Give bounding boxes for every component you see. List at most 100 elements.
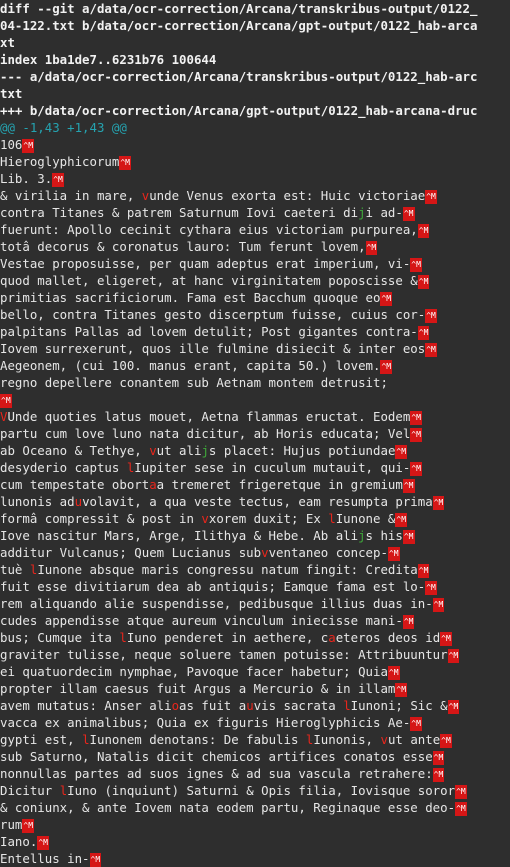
diff-line: rum^M [0, 816, 510, 833]
removed-word: o [171, 698, 180, 713]
context-text: Unde quoties latus mouet, Aetna flammas … [7, 409, 411, 424]
diff-hunk-header: @@ -1,43 +1,43 @@ [0, 120, 127, 135]
carriage-return-marker: ^M [417, 326, 430, 340]
carriage-return-marker: ^M [402, 207, 415, 221]
carriage-return-marker: ^M [395, 445, 408, 459]
context-text: as fuit a [179, 698, 247, 713]
carriage-return-marker: ^M [410, 411, 422, 425]
context-text: cum tempestate obort [0, 477, 150, 492]
diff-line: Iovem surrexerunt, quos ille fulmine dis… [0, 340, 510, 357]
context-text: unde Venus exorta est: Huic victoriae [149, 188, 426, 203]
diff-line: lunonis aduvolavit, a qua veste tectus, … [0, 493, 510, 510]
diff-line: fuit esse divitiarum dea ab antiquis; Ea… [0, 578, 510, 595]
carriage-return-marker: ^M [22, 819, 35, 833]
diff-line: bus; Cumque ita lIuno penderet in aether… [0, 629, 510, 646]
context-text: partu cum love luno nata dicitur, ab Hor… [0, 426, 411, 441]
diff-line: ab Oceano & Tethye, vut alijs placet: Hu… [0, 442, 510, 459]
diff-line: ei quatuordecim nymphae, Pavoque facer h… [0, 663, 510, 680]
diff-line: primitias sacrificiorum. Fama est Bacchu… [0, 289, 510, 306]
removed-word: v [261, 545, 269, 560]
context-text: Iunone & [335, 511, 396, 526]
carriage-return-marker: ^M [417, 224, 430, 238]
carriage-return-marker: ^M [402, 479, 415, 493]
context-text: formâ compressit & post in [0, 511, 202, 526]
diff-line: fuerunt: Apollo cecinit cythara eius vic… [0, 221, 510, 238]
context-text: ventaneo concep- [268, 545, 388, 560]
carriage-return-marker: ^M [417, 275, 430, 289]
carriage-return-marker: ^M [387, 547, 400, 561]
carriage-return-marker: ^M [455, 802, 467, 816]
context-text: gypti est, [0, 732, 83, 747]
context-text: ab Oceano & Tethye, [0, 443, 150, 458]
carriage-return-marker: ^M [380, 292, 393, 306]
carriage-return-marker: ^M [395, 683, 408, 697]
carriage-return-marker: ^M [410, 428, 422, 442]
diff-line: Vestae proposuisse, per quam adeptus era… [0, 255, 510, 272]
context-text: volavit, a qua veste tectus, eam resumpt… [82, 494, 433, 509]
diff-old-file-line: --- a/data/ocr-correction/Arcana/transkr… [0, 69, 478, 84]
diff-line: gypti est, lIunonem denotans: De fabulis… [0, 731, 510, 748]
carriage-return-marker: ^M [440, 734, 452, 748]
context-text: contra Titanes & patrem Saturnum Iovi ca… [0, 205, 359, 220]
removed-word: l [328, 511, 336, 526]
context-text: Aegeonem, (cui 100. manus erant, capita … [0, 358, 381, 373]
context-text: vacca ex animalibus; Quia ex figuris Hie… [0, 715, 411, 730]
diff-header-line: txt [0, 86, 23, 101]
diff-line: propter illam caesus fuit Argus a Mercur… [0, 680, 510, 697]
context-text: & virilia in mare, [0, 188, 142, 203]
context-text: Iuno (inquiunt) Saturni & Opis filia, Io… [67, 783, 456, 798]
context-text: Iupiter sese in cuculum mutauit, qui- [134, 460, 411, 475]
context-text: lunonis ad [0, 494, 75, 509]
diff-line: palpitans Pallas ad lovem detulit; Post … [0, 323, 510, 340]
context-text: cudes appendisse atque aureum vinculum i… [0, 613, 403, 628]
diff-line: bello, contra Titanes gesto discerptum f… [0, 306, 510, 323]
context-text: Iunonem denotans: De fabulis [89, 732, 306, 747]
removed-word: l [119, 630, 127, 645]
carriage-return-marker: ^M [432, 598, 445, 612]
carriage-return-marker: ^M [119, 156, 131, 170]
diff-line: contra Titanes & patrem Saturnum Iovi ca… [0, 204, 510, 221]
diff-line: ^M [0, 391, 510, 408]
carriage-return-marker: ^M [425, 190, 437, 204]
diff-line: totâ decorus & coronatus lauro: Tum feru… [0, 238, 510, 255]
diff-line: Hieroglyphicorum^M [0, 153, 510, 170]
context-text: fuerunt: Apollo cecinit cythara eius vic… [0, 222, 418, 237]
diff-line: desyderio captus lIupiter sese in cuculu… [0, 459, 510, 476]
diff-line: tuè lIunone absque maris congressu natum… [0, 561, 510, 578]
carriage-return-marker: ^M [0, 394, 12, 408]
carriage-return-marker: ^M [425, 581, 437, 595]
diff-line: Lib. 3.^M [0, 170, 510, 187]
carriage-return-marker: ^M [89, 853, 102, 867]
added-word: j [358, 528, 366, 543]
diff-header-line: xt [0, 35, 15, 50]
diff-line: cudes appendisse atque aureum vinculum i… [0, 612, 510, 629]
context-text: Iunonis, [313, 732, 381, 747]
carriage-return-marker: ^M [432, 751, 445, 765]
diff-line: Iano.^M [0, 833, 510, 850]
context-text: regno depellere conantem sub Aetnam mont… [0, 375, 388, 390]
context-text: Entellus in- [0, 851, 90, 866]
carriage-return-marker: ^M [432, 768, 445, 782]
context-text: totâ decorus & coronatus lauro: Tum feru… [0, 239, 366, 254]
context-text: Dicitur [0, 783, 60, 798]
carriage-return-marker: ^M [410, 462, 422, 476]
context-text: tuè [0, 562, 30, 577]
carriage-return-marker: ^M [402, 615, 415, 629]
carriage-return-marker: ^M [410, 717, 422, 731]
context-text: Vestae proposuisse, per quam adeptus era… [0, 256, 411, 271]
context-text: quod mallet, eligeret, at hanc virginita… [0, 273, 418, 288]
carriage-return-marker: ^M [447, 649, 460, 663]
diff-header: diff --git a/data/ocr-correction/Arcana/… [0, 0, 510, 119]
diff-line: quod mallet, eligeret, at hanc virginita… [0, 272, 510, 289]
removed-word: a [328, 630, 336, 645]
context-text: s his [365, 528, 403, 543]
context-text: Hieroglyphicorum [0, 154, 120, 169]
removed-word: l [82, 732, 90, 747]
context-text: s placet: Hujus potiundae [208, 443, 396, 458]
context-text: palpitans Pallas ad lovem detulit; Post … [0, 324, 418, 339]
removed-word: a [149, 477, 157, 492]
diff-line: Dicitur lIuno (inquiunt) Saturni & Opis … [0, 782, 510, 799]
context-text: sub Saturno, Natalis dicit chemicos arti… [0, 749, 433, 764]
diff-line: Aegeonem, (cui 100. manus erant, capita … [0, 357, 510, 374]
removed-word: l [343, 698, 351, 713]
